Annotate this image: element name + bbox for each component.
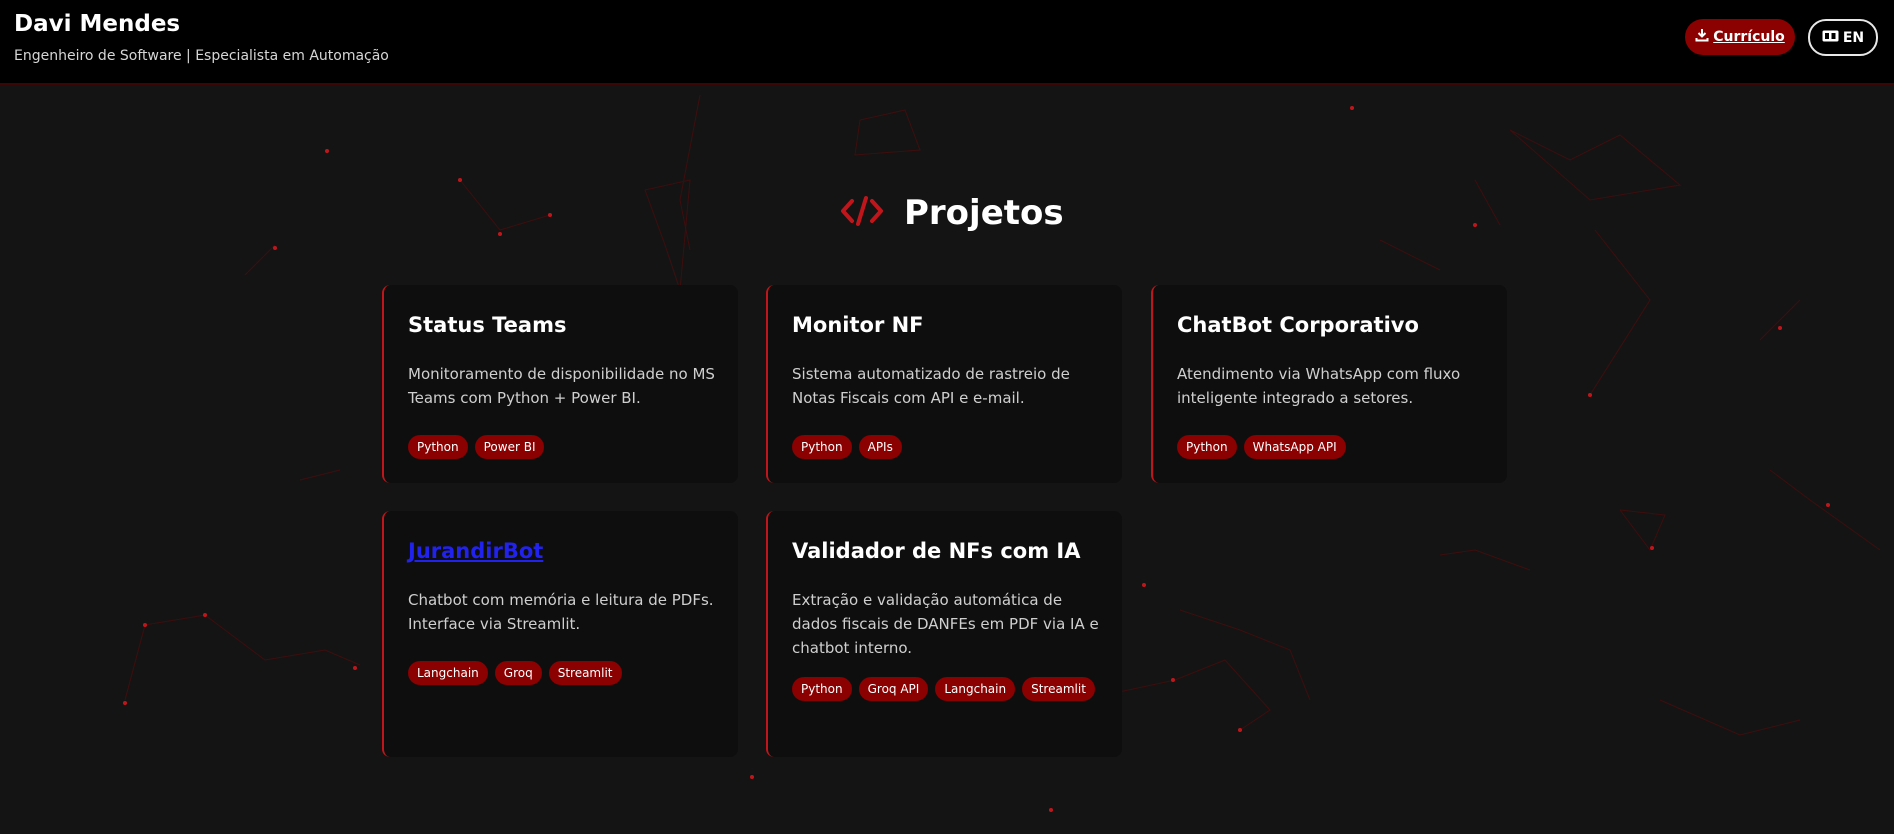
tag: Langchain <box>408 661 488 685</box>
tag: APIs <box>858 435 902 459</box>
tag: Groq API <box>858 677 929 701</box>
code-icon <box>840 195 884 231</box>
site-header: Davi Mendes Engenheiro de Software | Esp… <box>0 0 1894 85</box>
project-description: Extração e validação automática de dados… <box>792 591 1099 657</box>
section-title: Projetos <box>904 193 1064 233</box>
project-tags: Python APIs <box>792 435 1112 459</box>
download-cv-button[interactable]: Currículo <box>1685 19 1795 55</box>
project-tags: Python WhatsApp API <box>1177 435 1497 459</box>
tag: WhatsApp API <box>1243 435 1346 459</box>
project-title-link[interactable]: JurandirBot <box>408 539 543 563</box>
brand-name: Davi Mendes <box>14 11 181 37</box>
project-description: Chatbot com memória e leitura de PDFs. I… <box>408 591 714 633</box>
project-card-status-teams: Status Teams Monitoramento de disponibil… <box>382 285 738 483</box>
project-title: ChatBot Corporativo <box>1177 313 1419 337</box>
project-card-jurandirbot: JurandirBot Chatbot com memória e leitur… <box>382 511 738 757</box>
download-icon <box>1695 28 1713 46</box>
project-title: Validador de NFs com IA <box>792 539 1081 563</box>
tag: Groq <box>494 661 542 685</box>
project-tags: Python Groq API Langchain Streamlit <box>792 677 1112 701</box>
project-description: Monitoramento de disponibilidade no MS T… <box>408 365 715 407</box>
tag: Python <box>792 435 852 459</box>
tag: Python <box>1177 435 1237 459</box>
project-tags: Langchain Groq Streamlit <box>408 661 728 685</box>
language-toggle-button[interactable]: EN <box>1808 19 1878 56</box>
project-title: Monitor NF <box>792 313 924 337</box>
project-title: Status Teams <box>408 313 567 337</box>
tag: Streamlit <box>1022 677 1095 701</box>
brand-subtitle: Engenheiro de Software | Especialista em… <box>14 48 389 64</box>
project-card-chatbot-corporativo: ChatBot Corporativo Atendimento via What… <box>1151 285 1507 483</box>
project-tags: Python Power BI <box>408 435 728 459</box>
tag: Power BI <box>474 435 545 459</box>
tag: Streamlit <box>548 661 622 685</box>
tag: Python <box>792 677 852 701</box>
cv-button-label: Currículo <box>1713 29 1785 45</box>
project-card-monitor-nf: Monitor NF Sistema automatizado de rastr… <box>766 285 1122 483</box>
section-header: Projetos <box>840 190 1064 236</box>
project-card-validador-nfs: Validador de NFs com IA Extração e valid… <box>766 511 1122 757</box>
tag: Langchain <box>935 677 1016 701</box>
language-icon <box>1822 30 1843 46</box>
project-description: Atendimento via WhatsApp com fluxo intel… <box>1177 365 1461 407</box>
language-label: EN <box>1842 29 1865 46</box>
tag: Python <box>408 435 468 459</box>
project-description: Sistema automatizado de rastreio de Nota… <box>792 365 1070 407</box>
